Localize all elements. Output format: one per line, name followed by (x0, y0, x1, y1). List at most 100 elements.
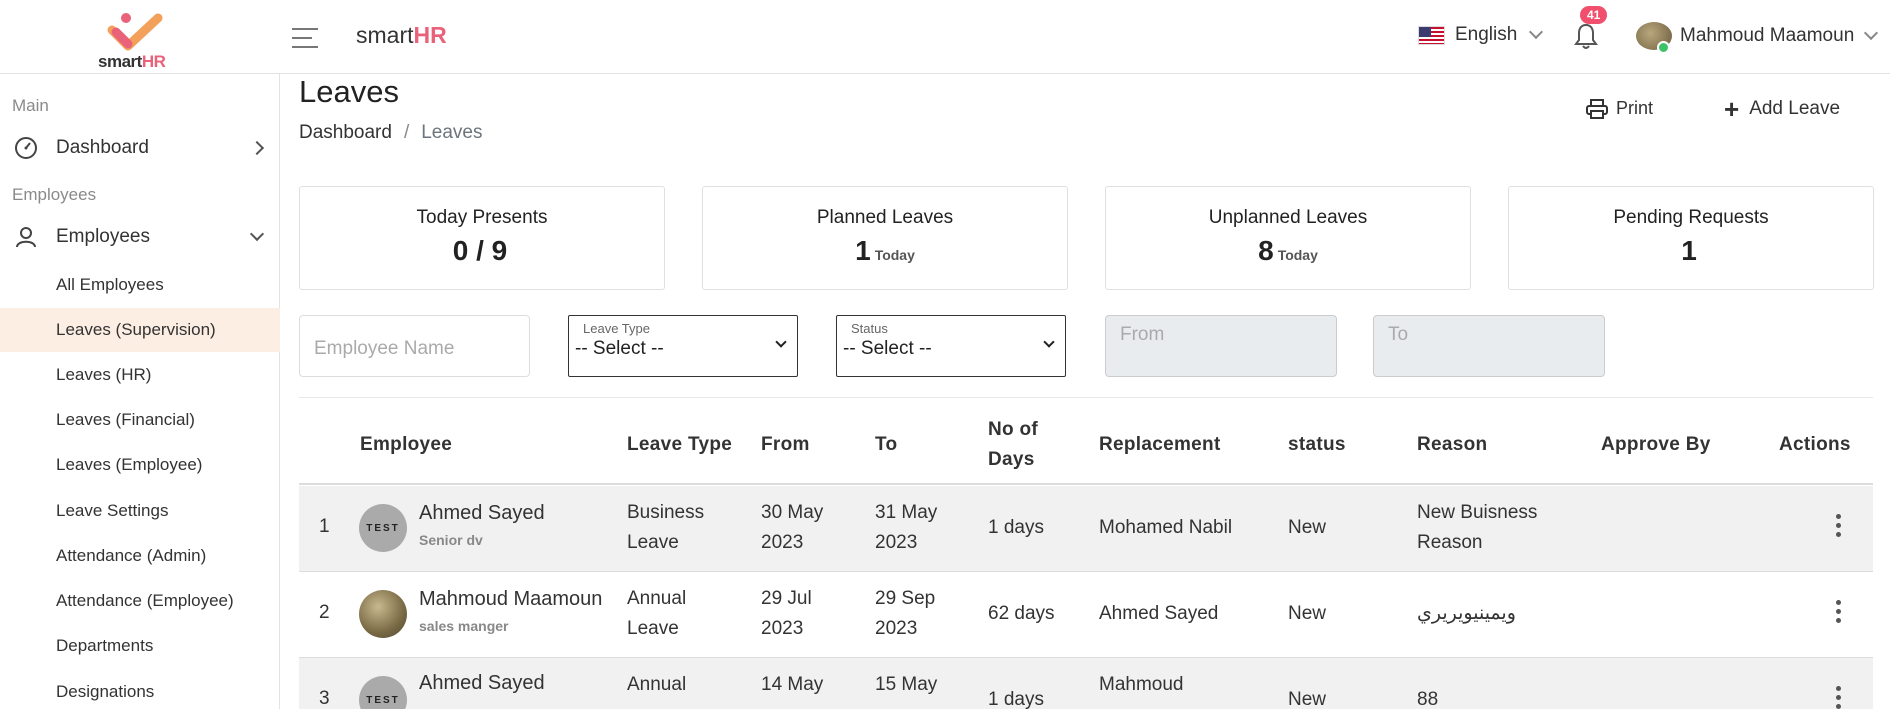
stat-card-pending-requests: Pending Requests 1 (1508, 186, 1874, 290)
sidebar-item-dashboard[interactable]: Dashboard (14, 136, 268, 160)
employee-name[interactable]: Ahmed Sayed (419, 672, 545, 695)
breadcrumb-current: Leaves (421, 122, 483, 143)
column-header-status[interactable]: status (1288, 430, 1346, 460)
to-cell: 31 May 2023 (875, 502, 938, 553)
from-cell: 30 May 2023 (761, 502, 824, 553)
employee-name-input[interactable]: Employee Name (299, 315, 530, 377)
to-cell: 29 Sep 2023 (875, 588, 936, 639)
column-header-employee[interactable]: Employee (360, 430, 452, 460)
sidebar-subitem-departments[interactable]: Departments (0, 624, 280, 668)
column-header-days[interactable]: No of Days (988, 415, 1038, 475)
to-date-input[interactable]: To (1373, 315, 1605, 377)
app-title: smartHR (356, 22, 447, 48)
sidebar-item-employees[interactable]: Employees (14, 225, 268, 249)
sidebar-subitem-leaves-hr[interactable]: Leaves (HR) (0, 353, 280, 397)
column-header-to[interactable]: To (875, 430, 897, 460)
table-header: Employee Leave Type From To No of Days Re… (299, 405, 1873, 485)
stat-value: 1 (1681, 235, 1697, 266)
row-actions-menu-icon[interactable] (1836, 514, 1842, 537)
row-number: 2 (319, 602, 330, 623)
stat-card-planned-leaves: Planned Leaves 1 Today (702, 186, 1068, 290)
menu-toggle-button[interactable] (292, 28, 318, 48)
employee-name[interactable]: Mahmoud Maamoun (419, 588, 602, 611)
employee-avatar[interactable]: TEST (359, 676, 407, 709)
column-header-from[interactable]: From (761, 430, 810, 460)
replacement-cell: Ahmed Sayed (1099, 603, 1219, 624)
stat-title: Planned Leaves (816, 207, 954, 228)
row-actions-menu-icon[interactable] (1836, 600, 1842, 623)
column-header-reason[interactable]: Reason (1417, 430, 1487, 460)
column-header-actions: Actions (1779, 434, 1851, 455)
sidebar-item-label: Employees (56, 226, 150, 247)
printer-icon (1586, 98, 1608, 119)
notification-badge: 41 (1580, 6, 1608, 24)
employee-role: Senior dv (419, 532, 483, 548)
leave-type-label: Leave Type (583, 321, 650, 336)
status-cell: New (1288, 603, 1327, 624)
sidebar-subitem-leave-settings[interactable]: Leave Settings (0, 489, 280, 533)
sidebar-subitem-all-employees[interactable]: All Employees (0, 263, 280, 307)
status-label: Status (851, 321, 888, 336)
chevron-down-icon (1864, 25, 1879, 41)
page-title: Leaves (299, 74, 399, 109)
days-cell: 62 days (988, 603, 1055, 624)
sidebar-item-label: Dashboard (56, 137, 149, 158)
divider (299, 397, 1873, 398)
days-cell: 1 days (988, 689, 1044, 709)
row-actions-menu-icon[interactable] (1836, 686, 1842, 709)
sidebar-subitem-designations[interactable]: Designations (0, 670, 280, 709)
dashboard-gauge-icon (15, 137, 37, 159)
table-row: 3 TEST Ahmed Sayed Annual 14 May 15 May … (299, 658, 1873, 709)
sidebar-subitem-leaves-supervision[interactable]: Leaves (Supervision) (0, 308, 280, 352)
add-leave-label: Add Leave (1749, 98, 1841, 119)
from-date-input[interactable]: From (1105, 315, 1337, 377)
row-number: 1 (319, 516, 330, 537)
user-menu[interactable]: Mahmoud Maamoun (1636, 22, 1879, 54)
chevron-right-icon (249, 140, 265, 156)
add-leave-button[interactable]: + Add Leave (1724, 94, 1841, 124)
stat-title: Pending Requests (1613, 207, 1769, 228)
reason-cell: 88 (1417, 689, 1439, 709)
breadcrumb: Dashboard / Leaves (299, 122, 483, 144)
from-cell: 14 May (761, 674, 824, 695)
employee-avatar[interactable] (359, 590, 407, 638)
reason-cell: New Buisness Reason (1417, 502, 1538, 553)
stat-value: 1 Today (855, 235, 915, 266)
days-cell: 1 days (988, 517, 1044, 538)
status-value: -- Select -- (843, 338, 932, 359)
chevron-down-icon (775, 336, 787, 348)
column-header-leave-type[interactable]: Leave Type (627, 430, 732, 460)
employee-name[interactable]: Ahmed Sayed (419, 502, 545, 525)
language-selector[interactable]: English (1418, 24, 1544, 46)
leave-type-cell: Business Leave (627, 502, 705, 553)
stat-card-today-presents: Today Presents 0 / 9 (299, 186, 665, 290)
bell-icon[interactable] (1574, 22, 1598, 50)
sidebar-subitem-leaves-employee[interactable]: Leaves (Employee) (0, 443, 280, 487)
stat-value: 0 / 9 (452, 235, 508, 266)
plus-icon: + (1724, 94, 1740, 124)
print-button[interactable]: Print (1586, 98, 1653, 119)
stat-card-unplanned-leaves: Unplanned Leaves 8 Today (1105, 186, 1471, 290)
column-header-replacement[interactable]: Replacement (1099, 430, 1221, 460)
to-cell: 15 May (875, 674, 938, 695)
logo-text: smartHR (98, 52, 166, 71)
sidebar-section-employees: Employees (12, 185, 97, 204)
print-label: Print (1616, 98, 1654, 118)
column-header-approve-by[interactable]: Approve By (1601, 430, 1711, 460)
us-flag-icon (1418, 25, 1445, 45)
row-number: 3 (319, 688, 330, 709)
sidebar-subitem-leaves-financial[interactable]: Leaves (Financial) (0, 398, 280, 442)
sidebar-section-main: Main (12, 96, 49, 115)
sidebar-subitem-attendance-admin[interactable]: Attendance (Admin) (0, 534, 280, 578)
status-select[interactable]: Status -- Select -- (836, 315, 1066, 377)
chevron-down-icon (1529, 24, 1544, 40)
leave-type-select[interactable]: Leave Type -- Select -- (568, 315, 798, 377)
breadcrumb-home-link[interactable]: Dashboard (299, 122, 392, 144)
chevron-down-icon (1043, 336, 1055, 348)
sidebar-subitem-attendance-employee[interactable]: Attendance (Employee) (0, 579, 280, 623)
table-row: 1 TEST Ahmed Sayed Senior dv Business Lea… (299, 486, 1873, 572)
employee-avatar[interactable]: TEST (359, 504, 407, 552)
table-row: 2 Mahmoud Maamoun sales manger Annual Lea… (299, 572, 1873, 658)
replacement-cell: Mohamed Nabil (1099, 517, 1233, 538)
status-cell: New (1288, 517, 1327, 538)
